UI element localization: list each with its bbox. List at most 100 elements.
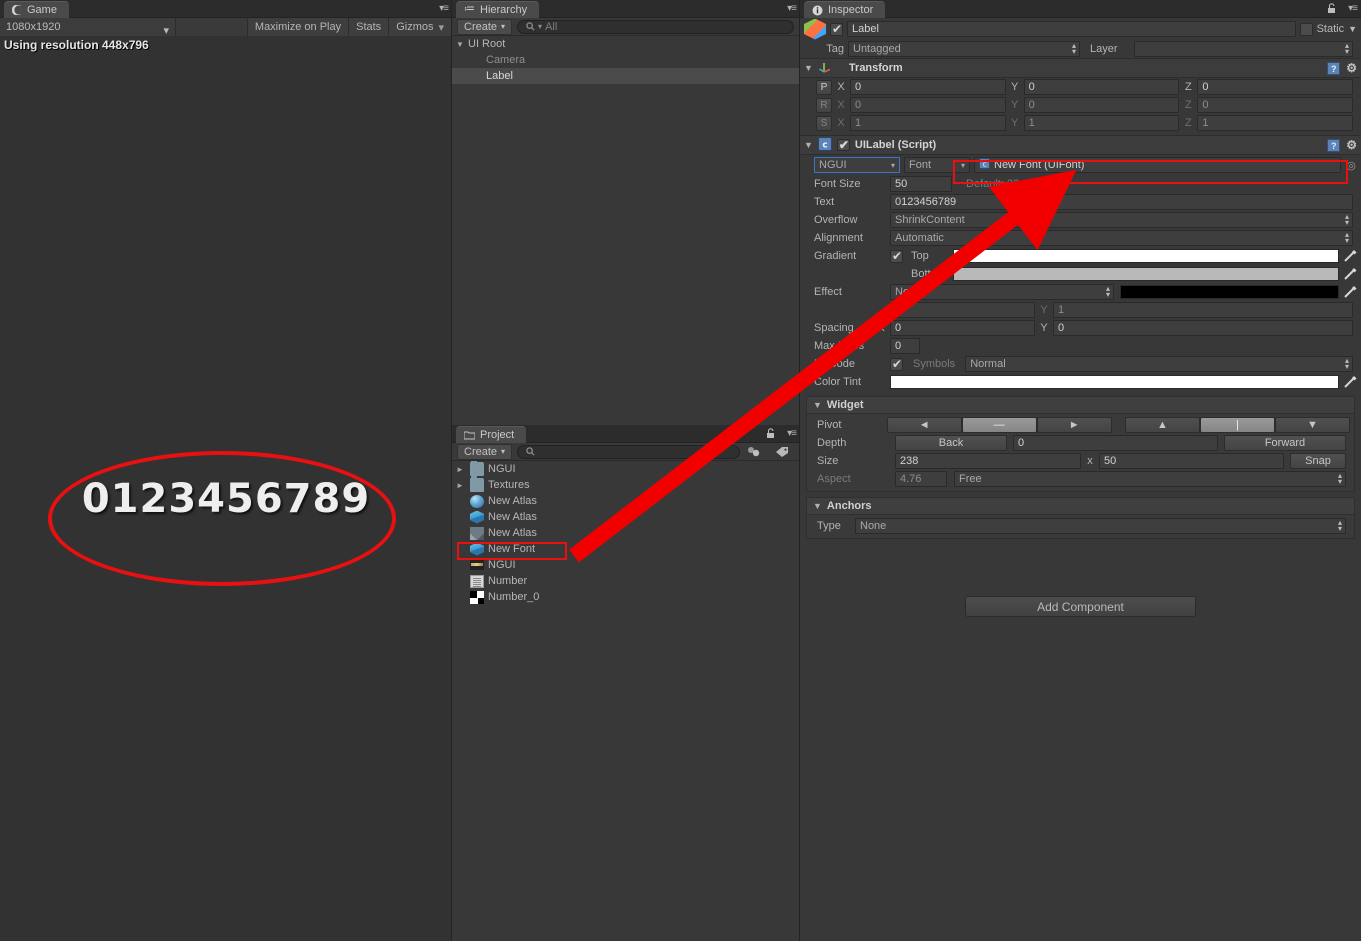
- transform-r-x-input[interactable]: 0: [850, 97, 1006, 113]
- pivot-vertical-button-0[interactable]: ▲: [1125, 417, 1200, 433]
- project-filter-type-button[interactable]: [741, 444, 767, 460]
- foldout-arrow-icon[interactable]: ▼: [804, 140, 813, 150]
- pivot-horizontal-button-2[interactable]: ►: [1036, 417, 1112, 433]
- static-toggle[interactable]: Static ▼: [1299, 22, 1357, 36]
- font-asset-field[interactable]: c New Font (UIFont): [974, 157, 1341, 173]
- size-height-input[interactable]: 50: [1099, 453, 1284, 469]
- tab-game[interactable]: Game: [4, 1, 69, 18]
- transform-r-button[interactable]: R: [816, 97, 832, 113]
- uilabel-component-header[interactable]: ▼ c UILabel (Script) ? ⚙: [800, 135, 1361, 155]
- project-item-ngui[interactable]: ► NGUI: [452, 461, 800, 477]
- eyedropper-icon[interactable]: [1343, 267, 1357, 281]
- foldout-arrow-icon[interactable]: ▼: [813, 400, 822, 410]
- anchors-section-header[interactable]: ▼ Anchors: [806, 497, 1355, 515]
- eyedropper-icon[interactable]: [1343, 249, 1357, 263]
- gizmos-chevron-down-icon[interactable]: ▾: [438, 21, 444, 34]
- project-item-number_0[interactable]: Number_0: [452, 589, 800, 605]
- gameobject-enabled-checkbox[interactable]: [830, 22, 843, 36]
- hierarchy-tab-menu-icon[interactable]: ▾≡: [787, 3, 797, 14]
- transform-component-header[interactable]: ▼ Transform ? ⚙: [800, 58, 1361, 78]
- transform-p-y-input[interactable]: 0: [1023, 79, 1180, 95]
- resolution-dropdown[interactable]: 1080x1920 ▾: [0, 18, 176, 37]
- pivot-horizontal-button-0[interactable]: ◄: [886, 417, 962, 433]
- gradient-bottom-color-swatch[interactable]: [953, 267, 1339, 281]
- transform-s-y-input[interactable]: 1: [1023, 115, 1180, 131]
- project-item-new-atlas[interactable]: New Atlas: [452, 493, 800, 509]
- tab-project[interactable]: Project: [456, 426, 527, 443]
- eyedropper-icon[interactable]: [1343, 285, 1357, 299]
- tab-hierarchy[interactable]: Hierarchy: [456, 1, 540, 18]
- max-lines-input[interactable]: 0: [890, 338, 920, 354]
- transform-r-y-input[interactable]: 0: [1023, 97, 1180, 113]
- hierarchy-search-input[interactable]: ▾ All: [517, 19, 794, 34]
- hierarchy-create-button[interactable]: Create ▾: [457, 18, 513, 35]
- foldout-arrow-icon[interactable]: ►: [456, 465, 466, 474]
- transform-r-z-input[interactable]: 0: [1197, 97, 1354, 113]
- gradient-top-color-swatch[interactable]: [953, 249, 1339, 263]
- size-width-input[interactable]: 238: [895, 453, 1081, 469]
- hierarchy-item-ui-root[interactable]: ▼ UI Root: [452, 36, 800, 52]
- gear-icon[interactable]: ⚙: [1346, 138, 1357, 152]
- stats-button[interactable]: Stats: [349, 18, 390, 36]
- depth-forward-button[interactable]: Forward: [1224, 435, 1346, 451]
- effect-offset-x-input[interactable]: 1: [890, 302, 1035, 318]
- hierarchy-item-label[interactable]: Label: [452, 68, 800, 84]
- symbols-dropdown[interactable]: Normal ▴ ▾: [965, 356, 1353, 372]
- project-item-new-atlas[interactable]: New Atlas: [452, 509, 800, 525]
- color-tint-swatch[interactable]: [890, 375, 1339, 389]
- gameobject-name-input[interactable]: Label: [847, 21, 1296, 37]
- add-component-button[interactable]: Add Component: [965, 596, 1196, 617]
- transform-s-z-input[interactable]: 1: [1197, 115, 1354, 131]
- transform-s-button[interactable]: S: [816, 115, 832, 131]
- hierarchy-item-camera[interactable]: Camera: [452, 52, 800, 68]
- depth-input[interactable]: 0: [1013, 435, 1218, 451]
- maximize-on-play-button[interactable]: Maximize on Play: [247, 18, 350, 36]
- font-size-input[interactable]: 50: [890, 176, 952, 192]
- project-filter-label-button[interactable]: [769, 444, 795, 460]
- anchor-type-dropdown[interactable]: None ▴ ▾: [855, 518, 1346, 534]
- pivot-vertical-button-1[interactable]: |: [1200, 417, 1275, 433]
- gear-icon[interactable]: ⚙: [1346, 61, 1357, 75]
- widget-section-header[interactable]: ▼ Widget: [806, 396, 1355, 414]
- effect-dropdown[interactable]: None ▴ ▾: [890, 284, 1114, 300]
- project-asset-list[interactable]: ► NGUI ► Textures New Atlas New Atlas New Atla…: [452, 461, 800, 941]
- pivot-horizontal-group[interactable]: ◄ — ►: [886, 417, 1112, 433]
- project-item-number[interactable]: Number: [452, 573, 800, 589]
- font-source-dropdown[interactable]: NGUI ▾: [814, 157, 900, 173]
- font-kind-dropdown[interactable]: Font ▾: [904, 157, 970, 173]
- project-item-new-atlas[interactable]: New Atlas: [452, 525, 800, 541]
- foldout-arrow-icon[interactable]: ►: [456, 481, 466, 490]
- transform-p-button[interactable]: P: [816, 79, 832, 95]
- transform-s-x-input[interactable]: 1: [850, 115, 1006, 131]
- bbcode-checkbox[interactable]: [890, 357, 903, 371]
- project-search-input[interactable]: [517, 444, 740, 459]
- snap-button[interactable]: Snap: [1290, 453, 1346, 469]
- alignment-dropdown[interactable]: Automatic ▴ ▾: [890, 230, 1353, 246]
- project-item-ngui[interactable]: NGUI: [452, 557, 800, 573]
- eyedropper-icon[interactable]: [1343, 375, 1357, 389]
- gizmos-button[interactable]: Gizmos ▾: [389, 18, 452, 36]
- help-icon[interactable]: ?: [1327, 138, 1341, 152]
- pivot-vertical-button-2[interactable]: ▼: [1275, 417, 1350, 433]
- static-chevron-down-icon[interactable]: ▼: [1348, 24, 1357, 34]
- uilabel-enabled-checkbox[interactable]: [836, 138, 850, 152]
- transform-p-z-input[interactable]: 0: [1197, 79, 1354, 95]
- pivot-horizontal-button-1[interactable]: —: [961, 417, 1037, 433]
- effect-offset-y-input[interactable]: 1: [1053, 302, 1353, 318]
- aspect-mode-dropdown[interactable]: Free ▴ ▾: [954, 471, 1346, 487]
- tag-dropdown[interactable]: Untagged ▴ ▾: [848, 41, 1080, 57]
- project-item-new-font[interactable]: New Font: [452, 541, 800, 557]
- effect-color-swatch[interactable]: [1120, 285, 1339, 299]
- text-input[interactable]: 0123456789: [890, 194, 1353, 210]
- static-checkbox[interactable]: [1299, 22, 1313, 36]
- foldout-arrow-icon[interactable]: ▼: [804, 63, 813, 73]
- project-item-textures[interactable]: ► Textures: [452, 476, 800, 493]
- hierarchy-tree[interactable]: ▼ UI Root Camera Label: [452, 36, 800, 425]
- aspect-input[interactable]: 4.76: [895, 471, 947, 487]
- depth-back-button[interactable]: Back: [895, 435, 1007, 451]
- tab-inspector[interactable]: Inspector: [804, 1, 886, 18]
- layer-dropdown[interactable]: ▴ ▾: [1134, 41, 1353, 57]
- pivot-vertical-group[interactable]: ▲ | ▼: [1125, 417, 1350, 433]
- overflow-dropdown[interactable]: ShrinkContent ▴ ▾: [890, 212, 1353, 228]
- gradient-checkbox[interactable]: [890, 249, 903, 263]
